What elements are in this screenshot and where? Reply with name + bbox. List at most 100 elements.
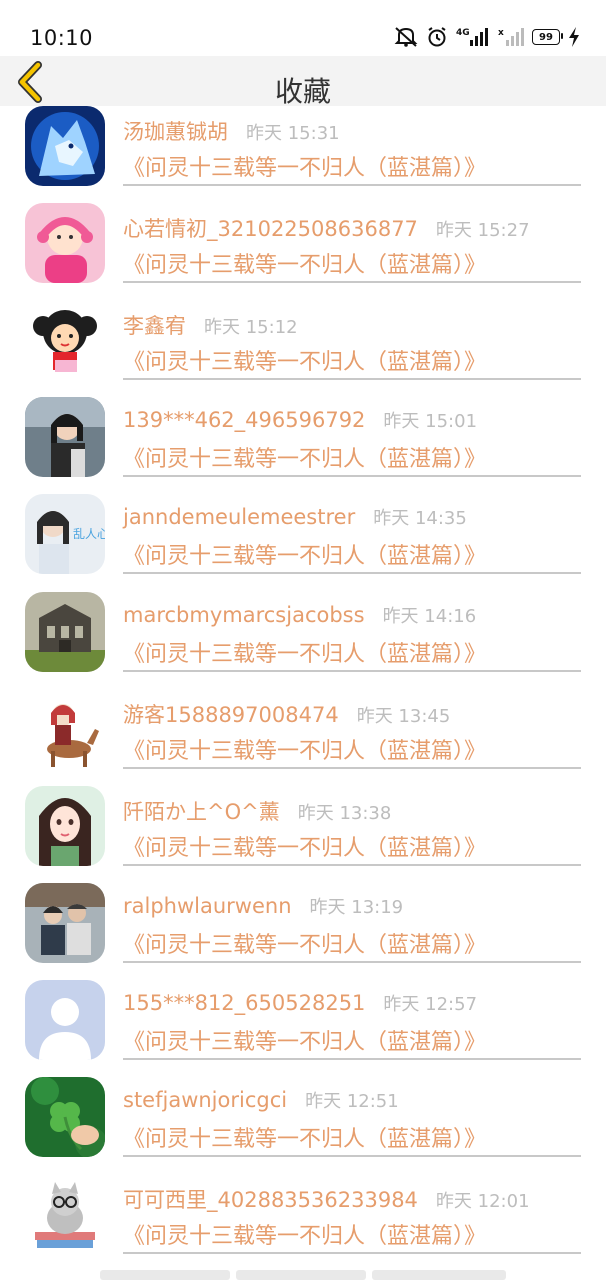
favorite-user[interactable]: 155***812_650528251 昨天 12:57	[123, 990, 477, 1016]
username: 139***462_496596792	[123, 408, 366, 433]
avatar-image	[25, 1174, 105, 1255]
row-divider	[123, 1252, 581, 1255]
status-bar: 10:10 4G x 99	[0, 0, 606, 56]
favorite-user[interactable]: 139***462_496596792 昨天 15:01	[123, 407, 477, 433]
favorite-user[interactable]: 汤珈蕙铖胡 昨天 15:31	[123, 116, 340, 146]
book-title-link[interactable]: 《问灵十三载等一不归人（蓝湛篇）》	[123, 344, 486, 376]
favorite-time: 昨天 15:31	[246, 123, 340, 144]
username: 李鑫宥	[123, 314, 186, 339]
favorite-row[interactable]: 可可西里_402883536233984 昨天 12:01 《问灵十三载等一不归人（…	[0, 1174, 606, 1270]
avatar-image	[25, 203, 105, 284]
username: marcbmymarcsjacobss	[123, 602, 365, 627]
favorite-time: 昨天 12:57	[383, 993, 478, 1015]
username: 汤珈蕙铖胡	[123, 120, 228, 144]
favorite-user[interactable]: 心若情初_321022508636877 昨天 15:27	[123, 213, 530, 243]
mute-icon	[394, 27, 418, 47]
screen: 10:10 4G x 99 收藏 汤珈蕙铖胡 昨天 15:31 《问灵十三载等一…	[0, 0, 606, 1280]
favorite-row[interactable]: 阡陌か上^O^薰 昨天 13:38 《问灵十三载等一不归人（蓝湛篇）》	[0, 785, 606, 882]
book-title-link[interactable]: 《问灵十三载等一不归人（蓝湛篇）》	[123, 150, 486, 182]
user-avatar[interactable]	[25, 1077, 105, 1157]
favorite-user[interactable]: marcbmymarcsjacobss 昨天 14:16	[123, 602, 476, 628]
signal-2-icon: x	[498, 28, 524, 46]
book-title-link[interactable]: 《问灵十三载等一不归人（蓝湛篇）》	[123, 247, 486, 279]
user-avatar[interactable]	[25, 397, 105, 478]
favorite-user[interactable]: stefjawnjoricgci 昨天 12:51	[123, 1087, 399, 1113]
user-avatar[interactable]	[25, 785, 105, 866]
favorite-time: 昨天 12:01	[435, 1191, 530, 1213]
favorite-user[interactable]: 游客1588897008474 昨天 13:45	[123, 699, 450, 729]
username: janndemeulemeestrer	[123, 505, 356, 530]
avatar-image	[25, 785, 105, 866]
favorite-row[interactable]: 李鑫宥 昨天 15:12 《问灵十三载等一不归人（蓝湛篇）》	[0, 300, 606, 396]
favorite-user[interactable]: 可可西里_402883536233984 昨天 12:01	[123, 1184, 530, 1214]
row-divider	[123, 960, 581, 963]
row-divider	[123, 378, 581, 381]
page-title: 收藏	[274, 75, 331, 108]
favorite-row[interactable]: 乱人心 janndemeulemeestrer 昨天 14:35 《问灵十三载等一不归…	[0, 494, 606, 590]
alarm-icon	[428, 27, 446, 47]
header-bar: 收藏	[0, 56, 606, 108]
favorite-time: 昨天 13:38	[297, 802, 392, 824]
favorite-row[interactable]: ralphwlaurwenn 昨天 13:19 《问灵十三载等一不归人（蓝湛篇）》	[0, 882, 606, 979]
favorite-row[interactable]: 155***812_650528251 昨天 12:57 《问灵十三载等一不归人（蓝…	[0, 979, 606, 1076]
favorite-row[interactable]: stefjawnjoricgci 昨天 12:51 《问灵十三载等一不归人（蓝湛篇）…	[0, 1077, 606, 1173]
row-divider	[123, 1057, 581, 1060]
book-title-link[interactable]: 《问灵十三载等一不归人（蓝湛篇）》	[123, 1121, 486, 1153]
avatar-image	[25, 300, 105, 381]
row-divider	[123, 1155, 581, 1157]
book-title-link[interactable]: 《问灵十三载等一不归人（蓝湛篇）》	[123, 538, 486, 570]
signal-4g-icon: 4G	[456, 28, 488, 46]
status-time: 10:10	[30, 26, 94, 50]
user-avatar[interactable]	[25, 1174, 105, 1255]
book-title-link[interactable]: 《问灵十三载等一不归人（蓝湛篇）》	[123, 1218, 486, 1250]
book-title-link[interactable]: 《问灵十三载等一不归人（蓝湛篇）》	[123, 636, 486, 668]
favorite-user[interactable]: 阡陌か上^O^薰 昨天 13:38	[123, 796, 391, 826]
row-divider	[123, 572, 581, 575]
svg-text:4G: 4G	[456, 28, 470, 38]
user-avatar[interactable]	[25, 882, 105, 963]
favorite-user[interactable]: 李鑫宥 昨天 15:12	[123, 310, 298, 340]
username: 155***812_650528251	[123, 990, 366, 1015]
user-avatar[interactable]	[25, 203, 105, 284]
favorite-time: 昨天 15:12	[204, 317, 298, 339]
avatar-image: 乱人心	[25, 494, 105, 575]
user-avatar[interactable]	[25, 300, 105, 381]
favorite-row[interactable]: marcbmymarcsjacobss 昨天 14:16 《问灵十三载等一不归人（蓝…	[0, 591, 606, 688]
username: ralphwlaurwenn	[123, 893, 292, 918]
avatar-image	[25, 106, 105, 186]
row-divider	[123, 184, 581, 186]
book-title-link[interactable]: 《问灵十三载等一不归人（蓝湛篇）》	[123, 441, 486, 473]
favorite-time: 昨天 12:51	[305, 1091, 399, 1112]
username: 阡陌か上^O^薰	[123, 799, 280, 824]
book-title-link[interactable]: 《问灵十三载等一不归人（蓝湛篇）》	[123, 733, 486, 765]
user-avatar[interactable]	[25, 979, 105, 1060]
book-title-link[interactable]: 《问灵十三载等一不归人（蓝湛篇）》	[123, 1024, 486, 1056]
favorite-time: 昨天 15:27	[435, 220, 530, 242]
avatar-image	[25, 1077, 105, 1157]
username: 心若情初_321022508636877	[123, 217, 418, 242]
favorite-time: 昨天 13:19	[309, 896, 404, 918]
favorite-row[interactable]: 汤珈蕙铖胡 昨天 15:31 《问灵十三载等一不归人（蓝湛篇）》	[0, 106, 606, 202]
status-icons: 4G x 99	[394, 24, 580, 50]
favorite-row[interactable]: 游客1588897008474 昨天 13:45 《问灵十三载等一不归人（蓝湛篇）》	[0, 688, 606, 785]
user-avatar[interactable]	[25, 106, 105, 186]
user-avatar[interactable]: 乱人心	[25, 494, 105, 575]
favorite-row[interactable]: 139***462_496596792 昨天 15:01 《问灵十三载等一不归人（蓝…	[0, 397, 606, 493]
book-title-link[interactable]: 《问灵十三载等一不归人（蓝湛篇）》	[123, 927, 486, 959]
avatar-image	[25, 882, 105, 963]
user-avatar[interactable]	[25, 688, 105, 769]
username: 可可西里_402883536233984	[123, 1188, 418, 1213]
row-divider	[123, 669, 581, 672]
charging-icon	[569, 27, 579, 47]
avatar-image	[25, 591, 105, 672]
row-divider	[123, 475, 581, 478]
favorite-user[interactable]: ralphwlaurwenn 昨天 13:19	[123, 893, 403, 919]
favorite-user[interactable]: janndemeulemeestrer 昨天 14:35	[123, 504, 467, 530]
user-avatar[interactable]	[25, 591, 105, 672]
favorite-row[interactable]: 心若情初_321022508636877 昨天 15:27 《问灵十三载等一不归人（…	[0, 203, 606, 299]
row-divider	[123, 766, 581, 769]
favorite-time: 昨天 13:45	[356, 705, 451, 727]
username: 游客1588897008474	[123, 702, 339, 727]
next-row-peek	[372, 1270, 506, 1280]
book-title-link[interactable]: 《问灵十三载等一不归人（蓝湛篇）》	[123, 830, 486, 862]
